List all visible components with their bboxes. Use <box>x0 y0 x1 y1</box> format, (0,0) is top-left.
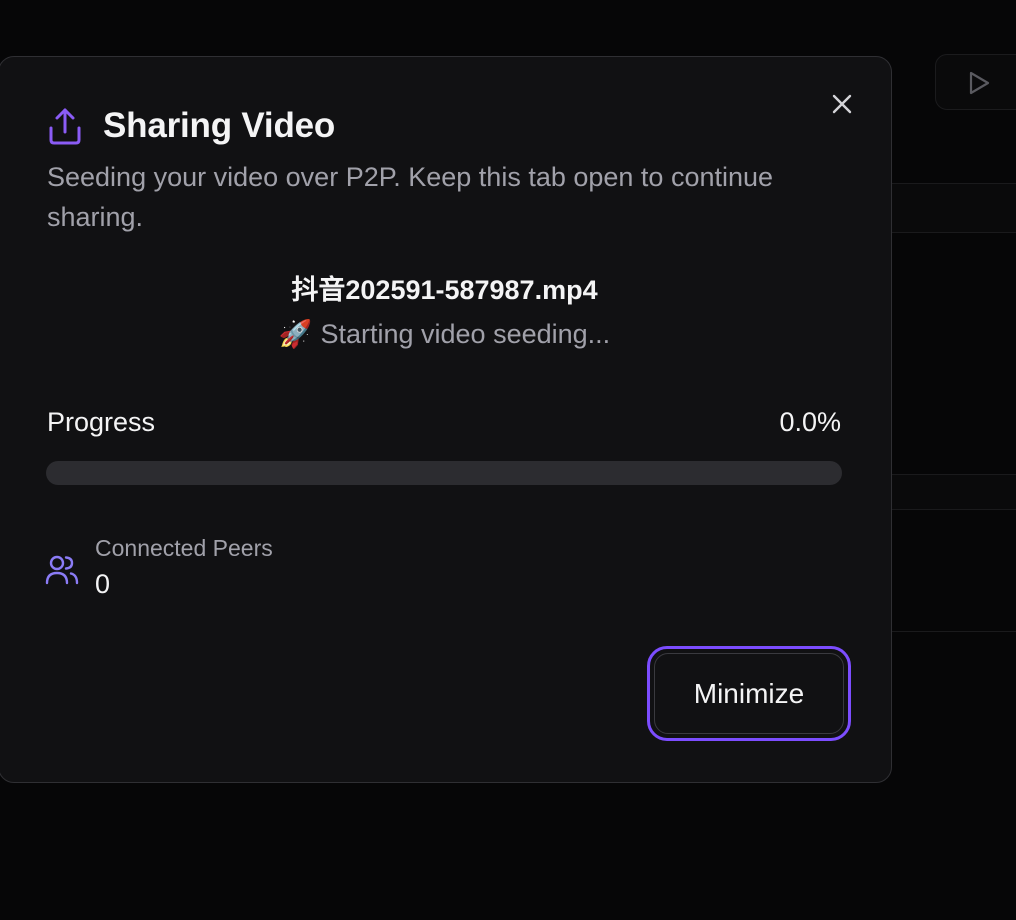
background-divider <box>890 631 1016 632</box>
background-play-button[interactable] <box>935 54 1016 110</box>
progress-bar <box>46 461 842 485</box>
file-name: 抖音202591-587987.mp4 <box>291 275 598 305</box>
dialog-header: Sharing Video <box>47 104 335 148</box>
play-icon <box>969 71 990 95</box>
users-icon <box>45 553 79 587</box>
close-button[interactable] <box>828 90 856 118</box>
seeding-status-text: Starting video seeding... <box>320 319 611 349</box>
close-icon <box>832 94 852 114</box>
dialog-subtitle: Seeding your video over P2P. Keep this t… <box>47 162 774 232</box>
background-divider <box>890 509 1016 510</box>
progress-label: Progress <box>47 407 156 437</box>
dialog-title: Sharing Video <box>103 106 336 145</box>
seeding-status: 🚀 Starting video seeding... <box>0 318 889 350</box>
share-upload-icon <box>47 106 83 146</box>
minimize-button[interactable]: Minimize <box>647 646 851 741</box>
rocket-icon: 🚀 <box>278 319 313 349</box>
progress-percentage: 0.0% <box>779 407 841 437</box>
background-divider <box>890 232 1016 233</box>
minimize-button-label[interactable]: Minimize <box>654 653 844 734</box>
background-row <box>890 475 1016 509</box>
background-row <box>890 184 1016 232</box>
connected-peers-count: 0 <box>95 569 111 599</box>
connected-peers-label: Connected Peers <box>95 535 273 561</box>
